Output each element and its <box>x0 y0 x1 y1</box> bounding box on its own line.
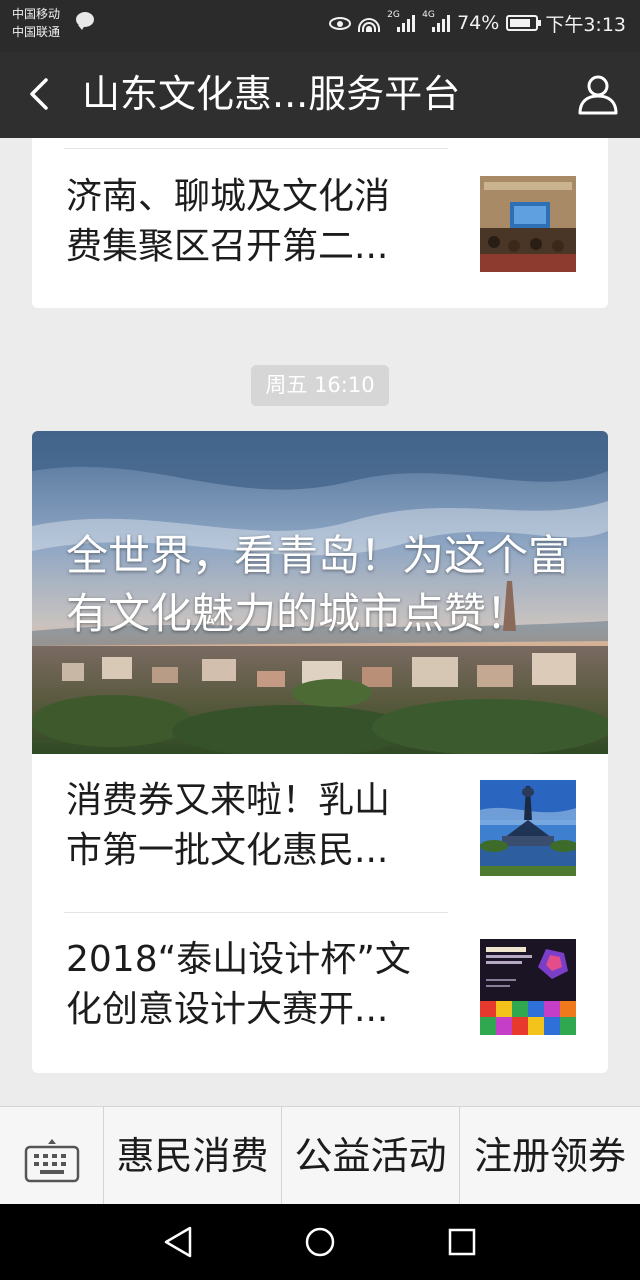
monument-photo-thumbnail[interactable] <box>480 780 576 876</box>
article-title[interactable]: 消费券又来啦！乳山 市第一批文化惠民... <box>66 776 446 876</box>
article-item[interactable]: 济南、聊城及文化消 费集聚区召开第二... <box>32 150 608 286</box>
signal-2g-icon: 2G <box>387 10 416 32</box>
article-item[interactable]: 2018“泰山设计杯”文 化创意设计大赛开... <box>32 913 608 1049</box>
article-title-line: 费集聚区召开第二... <box>66 226 389 267</box>
article-title[interactable]: 2018“泰山设计杯”文 化创意设计大赛开... <box>66 935 446 1035</box>
article-title-line: 2018“泰山设计杯”文 <box>66 939 411 980</box>
bottom-menu: 惠民消费 公益活动 注册领券 <box>0 1106 640 1205</box>
clock: 下午3:13 <box>545 13 626 36</box>
message-timestamp: 周五 16:10 <box>251 365 389 406</box>
menu-item-public-activities[interactable]: 公益活动 <box>282 1107 460 1205</box>
article-title-line: 济南、聊城及文化消 <box>66 176 391 217</box>
article-card: 济南、聊城及文化消 费集聚区召开第二... <box>32 138 608 308</box>
recents-square-icon[interactable] <box>444 1224 480 1260</box>
nav-bar: 山东文化惠...服务平台 <box>0 52 640 138</box>
carrier-2: 中国联通 <box>12 25 61 39</box>
article-card: 全世界，看青岛！为这个富有文化魅力的城市点赞！ 消费券又来啦！乳山 市第一批文化… <box>32 431 608 1073</box>
carrier-info: 中国移动 中国联通 <box>12 5 60 41</box>
divider <box>64 148 448 149</box>
chevron-left-icon[interactable] <box>24 77 58 111</box>
article-item[interactable]: 消费券又来啦！乳山 市第一批文化惠民... <box>32 754 608 890</box>
net-4g-label: 4G <box>422 10 435 20</box>
article-title[interactable]: 济南、聊城及文化消 费集聚区召开第二... <box>66 172 446 272</box>
signal-4g-icon: 4G <box>422 10 451 32</box>
user-icon[interactable] <box>576 72 620 116</box>
net-2g-label: 2G <box>387 10 400 20</box>
eye-icon <box>329 16 352 30</box>
meeting-photo-thumbnail[interactable] <box>480 176 576 272</box>
battery-percent: 74% <box>457 12 500 34</box>
home-circle-icon[interactable] <box>302 1224 338 1260</box>
message-list[interactable]: 济南、聊城及文化消 费集聚区召开第二... 周五 16:10 全世界，看青岛！为… <box>0 138 640 1106</box>
carrier-1: 中国移动 <box>12 7 61 21</box>
article-title-line: 消费券又来啦！乳山 <box>66 780 391 821</box>
menu-item-register-coupon[interactable]: 注册领券 <box>460 1107 640 1205</box>
article-title-line: 化创意设计大赛开... <box>66 989 389 1030</box>
back-triangle-icon[interactable] <box>160 1224 196 1260</box>
keyboard-icon <box>24 1139 80 1183</box>
poster-photo-thumbnail[interactable] <box>480 939 576 1035</box>
system-nav-bar <box>0 1204 640 1280</box>
keyboard-toggle-button[interactable] <box>0 1107 104 1205</box>
chat-notification-icon <box>76 12 94 30</box>
article-title-line: 市第一批文化惠民... <box>66 830 389 871</box>
page-title: 山东文化惠...服务平台 <box>82 72 461 116</box>
menu-item-huimin-consumption[interactable]: 惠民消费 <box>104 1107 282 1205</box>
status-indicators: 2G 4G 74% 下午3:13 <box>329 10 626 36</box>
battery-icon <box>506 15 542 31</box>
hero-article[interactable]: 全世界，看青岛！为这个富有文化魅力的城市点赞！ <box>32 431 608 754</box>
wifi-icon <box>358 14 381 32</box>
hero-article-title: 全世界，看青岛！为这个富有文化魅力的城市点赞！ <box>66 531 571 638</box>
status-bar: 中国移动 中国联通 2G 4G 74% 下午3:13 <box>0 0 640 52</box>
